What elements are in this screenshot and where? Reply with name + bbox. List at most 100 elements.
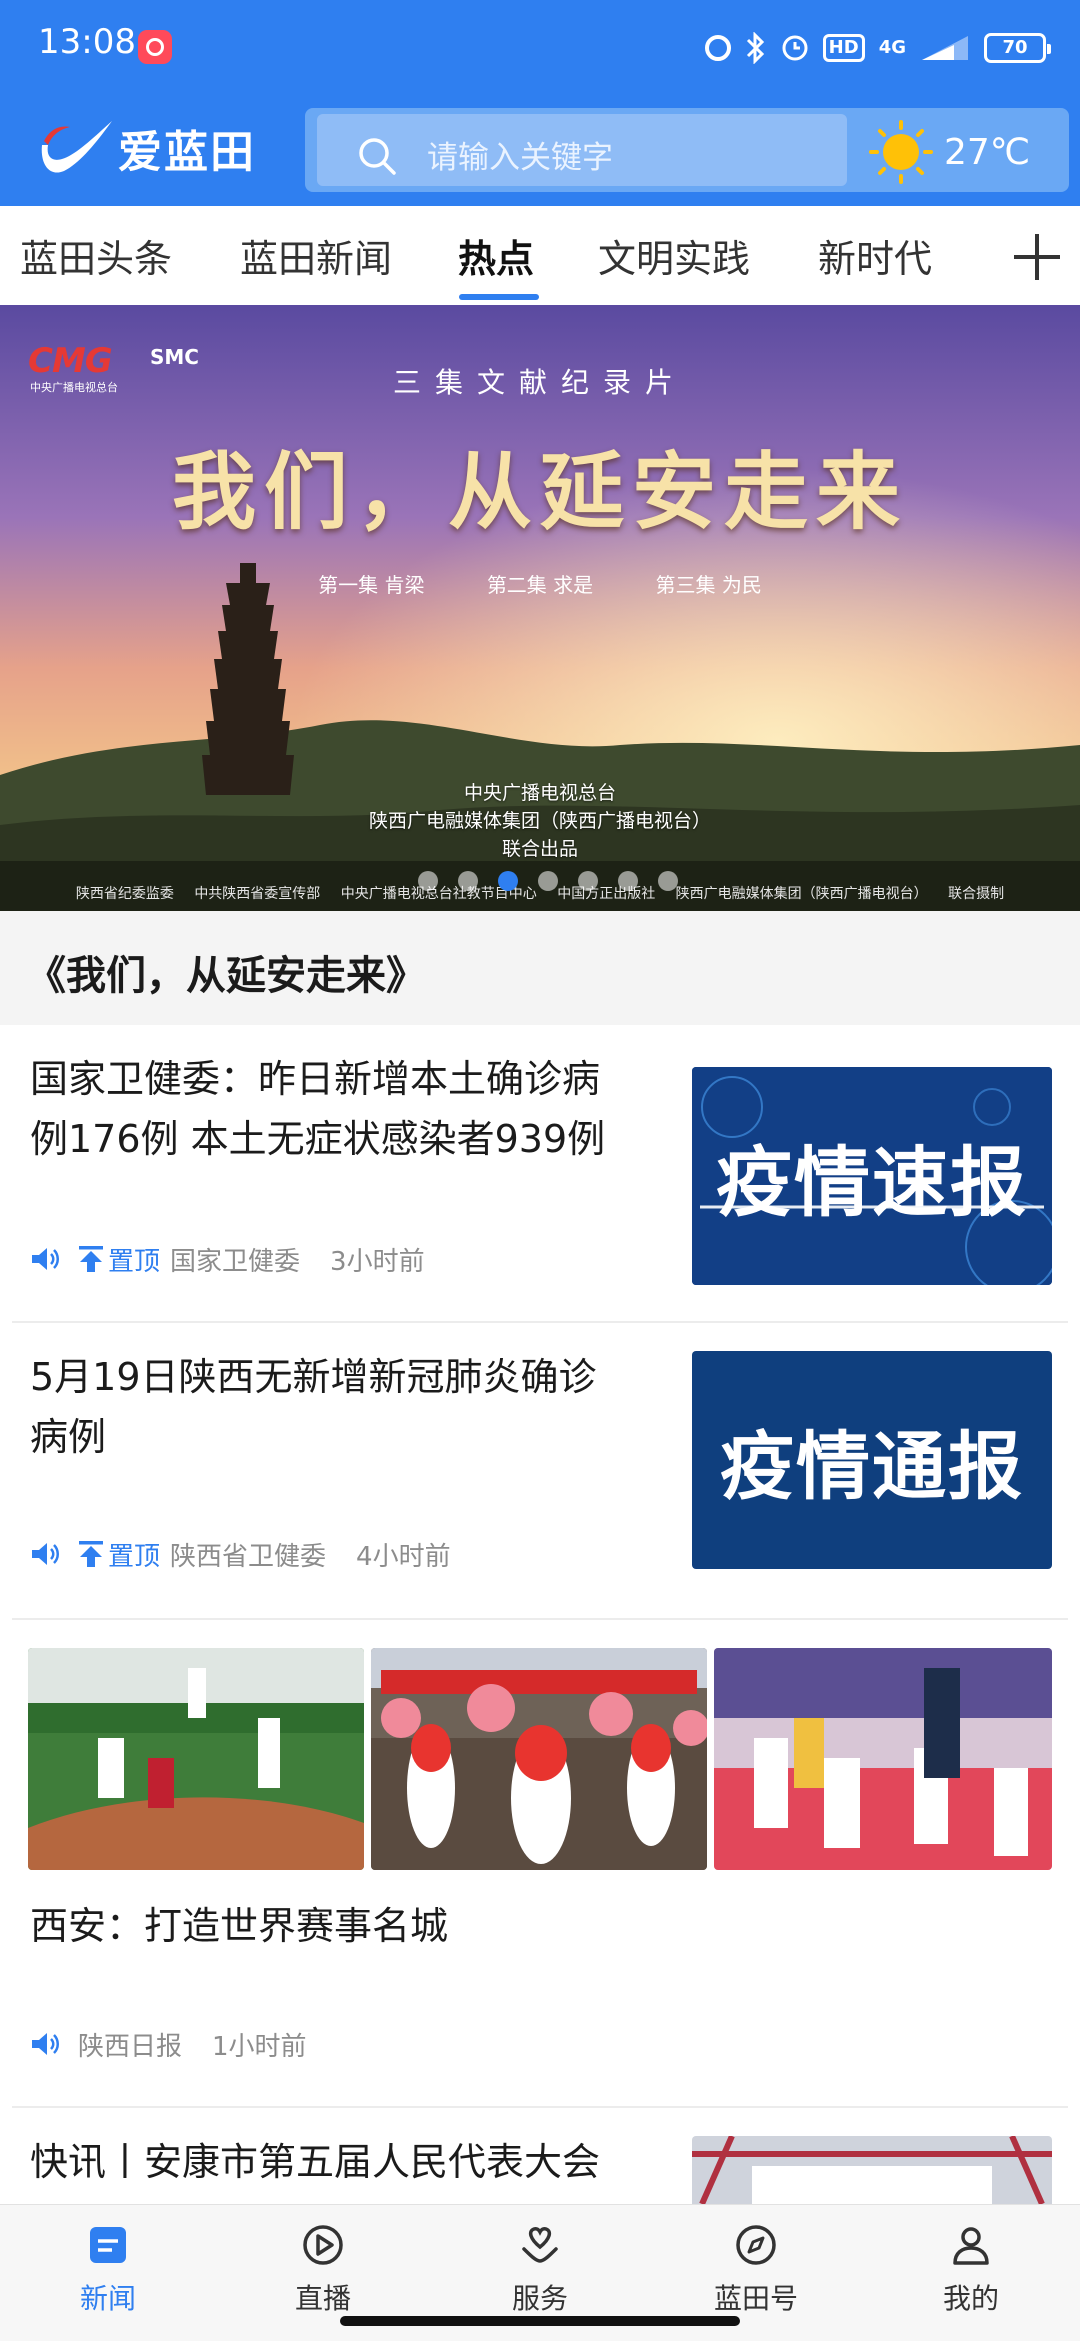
- home-indicator[interactable]: [340, 2316, 740, 2326]
- eye-icon: [704, 35, 731, 61]
- tab-lantian-news[interactable]: 蓝田新闻: [240, 228, 392, 283]
- play-circle-icon: [303, 2225, 343, 2265]
- category-tabs: 蓝田头条 蓝田新闻 热点 文明实践 新时代: [0, 206, 1080, 304]
- news-image-basketball: [714, 1648, 1052, 1870]
- episode-1: 第一集 肯梁: [318, 573, 425, 597]
- banner-subtitle: 三集文献纪录片: [392, 366, 687, 399]
- carousel-dot[interactable]: [538, 871, 558, 891]
- carousel-dot[interactable]: [458, 871, 478, 891]
- speaker-icon[interactable]: [30, 2030, 60, 2058]
- nav-lantian-account[interactable]: 蓝田号: [681, 2221, 831, 2317]
- basketball-photo: [714, 1648, 1052, 1870]
- news-thumbnail: 疫情速报: [692, 1067, 1052, 1285]
- status-time: 13:08: [38, 22, 136, 62]
- banner-producers: 中央广播电视总台 陕西广电融媒体集团（陕西广播电视台） 联合出品: [0, 779, 1080, 863]
- hd-icon: HD: [822, 34, 865, 62]
- search-icon: [359, 138, 396, 175]
- news-meta: 陕西日报 1小时前: [30, 2027, 307, 2062]
- nav-label: 我的: [942, 2282, 999, 2315]
- app-logo[interactable]: 爱蓝田: [36, 110, 256, 186]
- nav-label: 服务: [511, 2282, 568, 2315]
- news-title-line: 例176例 本土无症状感染者939例: [30, 1117, 606, 1161]
- carousel-dot[interactable]: [618, 871, 638, 891]
- partner: 联合摄制: [948, 886, 1005, 902]
- news-item[interactable]: 5月19日陕西无新增新冠肺炎确诊 病例 置顶 陕西省卫健委 4小时前 疫情通报: [0, 1323, 1080, 1619]
- baseball-photo: [28, 1648, 364, 1870]
- app-header: 13:08 HD 4G 70 爱蓝田 请输入关键字 27℃: [0, 0, 1080, 206]
- nav-news[interactable]: 新闻: [33, 2221, 183, 2317]
- add-tab-icon[interactable]: [1010, 230, 1064, 284]
- compass-icon: [736, 2225, 776, 2265]
- nav-me[interactable]: 我的: [896, 2221, 1046, 2317]
- divider: [12, 1618, 1068, 1620]
- banner-title: 我们，从延安走来: [171, 442, 908, 541]
- episode-2: 第二集 求是: [486, 573, 594, 597]
- news-title-line: 国家卫健委：昨日新增本土确诊病: [30, 1057, 601, 1101]
- bluetooth-icon: [746, 32, 764, 64]
- partner: 中共陕西省委宣传部: [194, 886, 321, 902]
- carousel-dot[interactable]: [498, 871, 518, 891]
- tab-hot[interactable]: 热点: [458, 228, 534, 283]
- status-icons: HD 4G 70: [704, 26, 1051, 70]
- speaker-icon[interactable]: [30, 1245, 60, 1273]
- news-image-dance: [371, 1648, 707, 1870]
- nav-live[interactable]: 直播: [248, 2221, 398, 2317]
- person-icon: [953, 2227, 989, 2265]
- weather-widget[interactable]: 27℃: [868, 116, 1068, 188]
- pinned-label: 置顶: [108, 1246, 161, 1277]
- tab-civilization-practice[interactable]: 文明实践: [598, 228, 750, 283]
- speaker-icon[interactable]: [30, 1540, 60, 1568]
- news-title-line: 病例: [30, 1415, 107, 1459]
- logo-swoosh-icon: [41, 121, 113, 173]
- partner: 陕西省纪委监委: [75, 886, 174, 902]
- banner-episodes: 第一集 肯梁 第二集 求是 第三集 为民: [0, 569, 1080, 598]
- news-title: 西安：打造世界赛事名城: [30, 1904, 449, 1948]
- partner: 陕西广电融媒体集团（陕西广播电视台）: [675, 886, 928, 902]
- news-title-line: 5月19日陕西无新增新冠肺炎确诊: [30, 1355, 597, 1399]
- pinned-label: 置顶: [108, 1541, 161, 1572]
- news-icon: [90, 2227, 126, 2263]
- nav-label: 直播: [294, 2282, 351, 2315]
- search-input[interactable]: 请输入关键字: [317, 114, 847, 186]
- notification-app-icon: [138, 30, 172, 64]
- carousel-dot[interactable]: [658, 871, 678, 891]
- tab-lantian-headlines[interactable]: 蓝田头条: [20, 228, 172, 283]
- producer-line-3: 联合出品: [501, 838, 578, 860]
- thumbnail-text: 疫情通报: [720, 1423, 1024, 1510]
- sun-icon: [869, 120, 933, 184]
- network-type: 4G: [878, 37, 906, 58]
- pinned-badge: 置顶: [78, 1241, 160, 1278]
- news-time: 3小时前: [330, 1246, 425, 1277]
- carousel-dot[interactable]: [578, 871, 598, 891]
- carousel-dot[interactable]: [418, 871, 438, 891]
- tab-new-era[interactable]: 新时代: [818, 228, 932, 283]
- banner-carousel[interactable]: CMG 中央广播电视总台 SMC 三集文献纪录片 我们，从延安走来 第一集 肯梁…: [0, 305, 1080, 911]
- producer-line-2: 陕西广电融媒体集团（陕西广播电视台）: [368, 810, 711, 832]
- news-title: 国家卫健委：昨日新增本土确诊病 例176例 本土无症状感染者939例: [30, 1049, 605, 1169]
- active-tab-indicator: [459, 294, 539, 300]
- conference-hall-photo: [692, 2136, 1052, 2204]
- search-placeholder: 请输入关键字: [427, 140, 613, 176]
- news-title: 5月19日陕西无新增新冠肺炎确诊 病例: [30, 1347, 597, 1467]
- news-thumbnail: 疫情通报: [692, 1351, 1052, 1569]
- temperature: 27℃: [944, 131, 1031, 173]
- battery-icon: 70: [984, 33, 1051, 63]
- heart-hand-icon: [522, 2227, 558, 2263]
- news-meta: 置顶 国家卫健委 3小时前: [30, 1241, 425, 1278]
- dance-photo: [371, 1648, 707, 1870]
- thumbnail-text: 疫情速报: [716, 1138, 1028, 1227]
- carousel-dots: [418, 871, 678, 891]
- nav-services[interactable]: 服务: [465, 2221, 615, 2317]
- signal-icon: [922, 36, 968, 60]
- pinned-badge: 置顶: [78, 1536, 160, 1573]
- producer-line-1: 中央广播电视总台: [463, 782, 616, 804]
- banner-caption-text: 《我们，从延安走来》: [26, 953, 426, 999]
- news-image-baseball: [28, 1648, 364, 1870]
- pin-top-icon: [79, 1541, 103, 1567]
- status-bar: 13:08 HD 4G 70: [0, 0, 1080, 96]
- news-item[interactable]: 国家卫健委：昨日新增本土确诊病 例176例 本土无症状感染者939例 置顶 国家…: [0, 1025, 1080, 1323]
- news-item[interactable]: 快讯丨安康市第五届人民代表大会: [0, 2108, 1080, 2204]
- banner-caption[interactable]: 《我们，从延安走来》: [0, 911, 1080, 1025]
- nav-label: 新闻: [79, 2282, 136, 2315]
- news-source: 陕西日报: [78, 2031, 183, 2062]
